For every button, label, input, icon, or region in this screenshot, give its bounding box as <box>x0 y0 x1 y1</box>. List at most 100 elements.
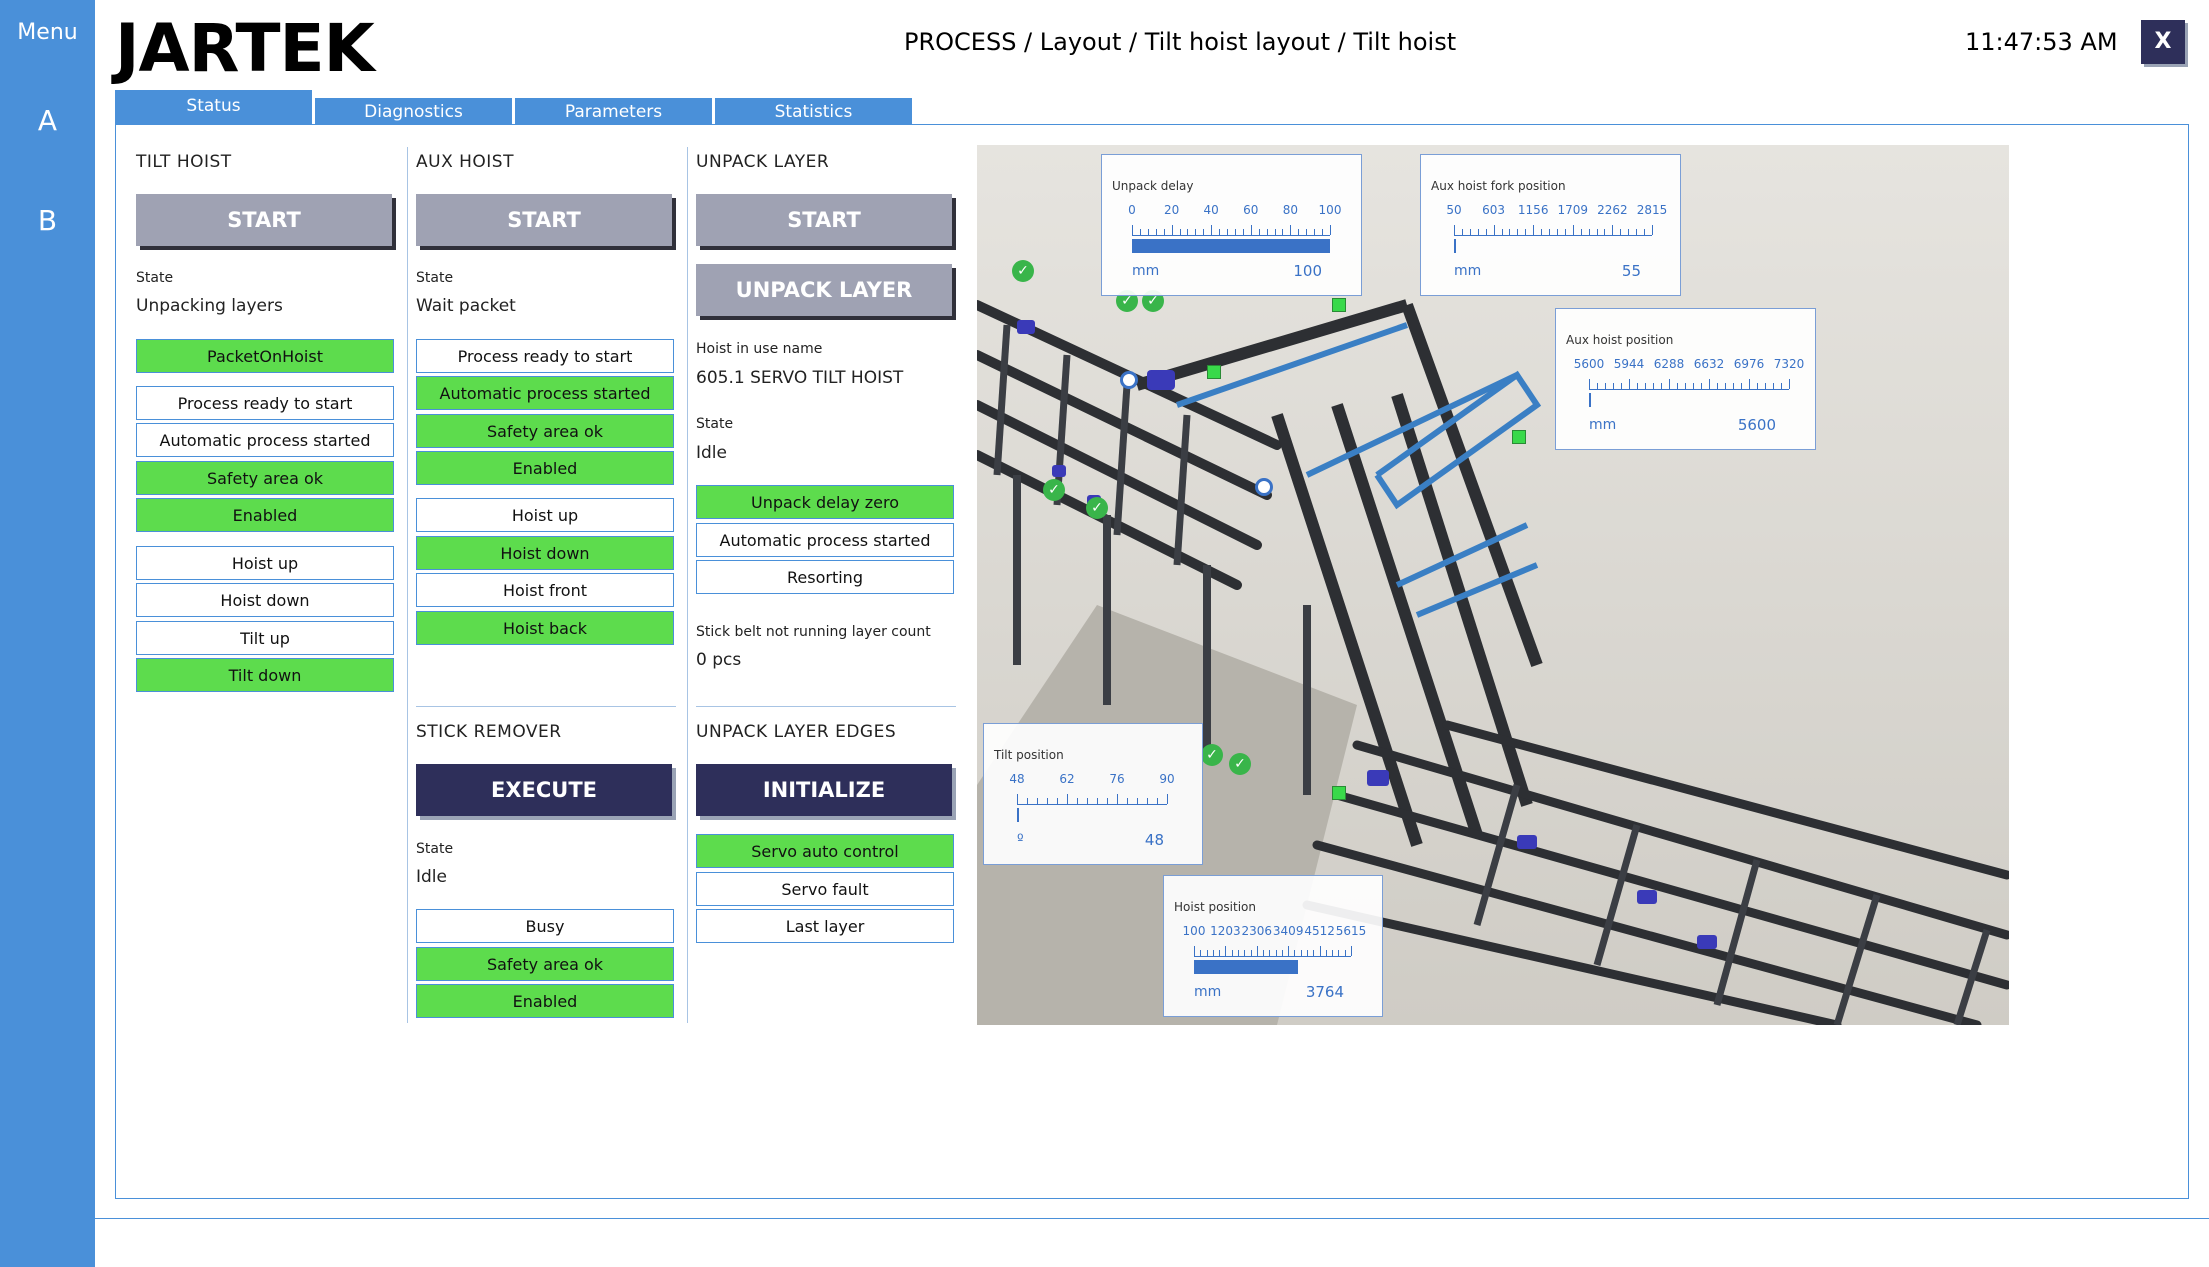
tab-parameters[interactable]: Parameters <box>515 98 712 124</box>
gauge-tick-mark <box>1307 950 1309 956</box>
gauge-scale <box>1132 225 1331 236</box>
gauge-tick-mark <box>1636 229 1638 235</box>
gauge-tick-label: 4512 <box>1304 924 1335 938</box>
gauge-tick-label: 2306 <box>1241 924 1273 938</box>
hoist-position-gauge: Hoist position 100 1203 2306 3409 4512 5615 m… <box>1163 875 1383 1017</box>
gauge-tick-mark <box>1194 946 1195 956</box>
gauge-tick-mark <box>1132 225 1133 235</box>
gauge-tick-label: 6976 <box>1733 357 1765 371</box>
sensor-indicator <box>1332 298 1346 312</box>
gauge-tick-mark <box>1525 229 1527 235</box>
stick-remover-title: STICK REMOVER <box>416 722 562 742</box>
tilt-signal-tilt-up: Tilt up <box>136 621 394 655</box>
gauge-bar <box>1017 808 1019 822</box>
ok-check-icon: ✓ <box>1043 479 1065 501</box>
gauge-tick-label: 60 <box>1243 203 1259 217</box>
gauge-value: 100 <box>1293 262 1322 280</box>
sidebar: Menu A B <box>0 0 95 1267</box>
jartek-logo: JARTEK <box>115 10 375 87</box>
gauge-tick-mark <box>1541 229 1543 235</box>
gauge-tick-mark <box>1733 383 1734 389</box>
nav-item-a[interactable]: A <box>0 104 95 137</box>
stick-signal-safety-ok: Safety area ok <box>416 947 674 981</box>
gauge-tick-mark <box>1187 229 1189 235</box>
tab-statistics[interactable]: Statistics <box>715 98 912 124</box>
gauge-tick-mark <box>1621 383 1622 389</box>
gauge-bar <box>1454 239 1456 253</box>
unpack-layer-title: UNPACK LAYER <box>696 152 830 172</box>
gauge-tick-mark <box>1605 383 1606 389</box>
sensor-indicator <box>1512 430 1526 444</box>
gauge-tick-label: 7320 <box>1773 357 1805 371</box>
gauge-tick-mark <box>1628 229 1630 235</box>
gauge-tick-mark <box>1244 950 1246 956</box>
aux-hoist-start-button[interactable]: START <box>416 194 672 246</box>
gauge-tick-mark <box>1206 950 1208 956</box>
gauge-tick-mark <box>1219 229 1221 235</box>
nav-item-b[interactable]: B <box>0 204 95 237</box>
unpack-layer-button[interactable]: UNPACK LAYER <box>696 264 952 316</box>
gauge-tick-mark <box>1645 383 1646 389</box>
tilt-hoist-start-button[interactable]: START <box>136 194 392 246</box>
gauge-title: Aux hoist position <box>1566 333 1674 347</box>
initialize-button[interactable]: INITIALIZE <box>696 764 952 816</box>
aux-signal-enabled: Enabled <box>416 451 674 485</box>
tab-status[interactable]: Status <box>115 90 312 124</box>
gauge-tick-mark <box>1256 946 1258 956</box>
position-node[interactable] <box>1255 478 1273 496</box>
gauge-tick-mark <box>1288 946 1290 956</box>
gauge-tick-label: 100 <box>1182 924 1206 938</box>
gauge-tick-label: 1203 <box>1210 924 1241 938</box>
menu-button[interactable]: Menu <box>0 20 95 45</box>
gauge-tick-mark <box>1469 229 1471 235</box>
gauge-tick-mark <box>1677 383 1678 389</box>
gauge-tick-mark <box>1313 950 1315 956</box>
layout-3d-view[interactable]: ✓ ✓ ✓ ✓ ✓ ✓ ✓ Unpack delay 0 20 40 60 80 100 … <box>977 145 2009 1025</box>
tilt-signal-tilt-down: Tilt down <box>136 658 394 692</box>
gauge-tick-mark <box>1765 383 1766 389</box>
position-node[interactable] <box>1120 371 1138 389</box>
gauge-tick-mark <box>1179 229 1181 235</box>
aux-hoist-position-gauge: Aux hoist position 5600 5944 6288 6632 6976 7… <box>1555 308 1816 450</box>
gauge-tick-mark <box>1588 229 1590 235</box>
gauge-tick-mark <box>1298 229 1300 235</box>
clock: 11:47:53 AM <box>1965 28 2118 56</box>
stick-remover-execute-button[interactable]: EXECUTE <box>416 764 672 816</box>
gauge-tick-mark <box>1717 383 1718 389</box>
edges-signal-last-layer: Last layer <box>696 909 954 943</box>
gauge-tick-mark <box>1017 794 1018 804</box>
aux-signal-safety-ok: Safety area ok <box>416 414 674 448</box>
gauge-tick-mark <box>1195 229 1197 235</box>
gauge-tick-mark <box>1709 379 1710 389</box>
gauge-tick-mark <box>1629 379 1630 389</box>
unpack-layer-start-button[interactable]: START <box>696 194 952 246</box>
tilt-signal-process-ready: Process ready to start <box>136 386 394 420</box>
gauge-tick-label: 80 <box>1282 203 1299 217</box>
gauge-bar <box>1132 239 1330 253</box>
aux-signal-hoist-down: Hoist down <box>416 536 674 570</box>
gauge-tick-mark <box>1351 946 1352 956</box>
gauge-tick-label: 50 <box>1446 203 1462 217</box>
gauge-tick-mark <box>1493 225 1495 235</box>
tilt-signal-safety-ok: Safety area ok <box>136 461 394 495</box>
unpack-signal-resorting: Resorting <box>696 560 954 594</box>
gauge-unit: º <box>1017 832 1024 848</box>
aux-signal-hoist-up: Hoist up <box>416 498 674 532</box>
gauge-tick-mark <box>1344 950 1346 956</box>
gauge-unit: mm <box>1132 263 1160 279</box>
gauge-tick-mark <box>1242 229 1244 235</box>
gauge-tick-mark <box>1572 225 1574 235</box>
gauge-bar <box>1194 960 1298 974</box>
gauge-tick-mark <box>1653 383 1654 389</box>
breadcrumb: PROCESS / Layout / Tilt hoist layout / T… <box>904 28 1457 56</box>
close-button[interactable]: X <box>2141 20 2185 64</box>
gauge-tick-mark <box>1139 229 1141 235</box>
gauge-tick-mark <box>1163 229 1165 235</box>
gauge-tick-label: 603 <box>1482 203 1506 217</box>
gauge-tick-mark <box>1107 798 1108 804</box>
tab-diagnostics[interactable]: Diagnostics <box>315 98 512 124</box>
gauge-tick-label: 5944 <box>1613 357 1645 371</box>
gauge-tick-label: 1156 <box>1517 203 1549 217</box>
gauge-tick-label: 3409 <box>1272 924 1304 938</box>
aux-hoist-title: AUX HOIST <box>416 152 514 172</box>
